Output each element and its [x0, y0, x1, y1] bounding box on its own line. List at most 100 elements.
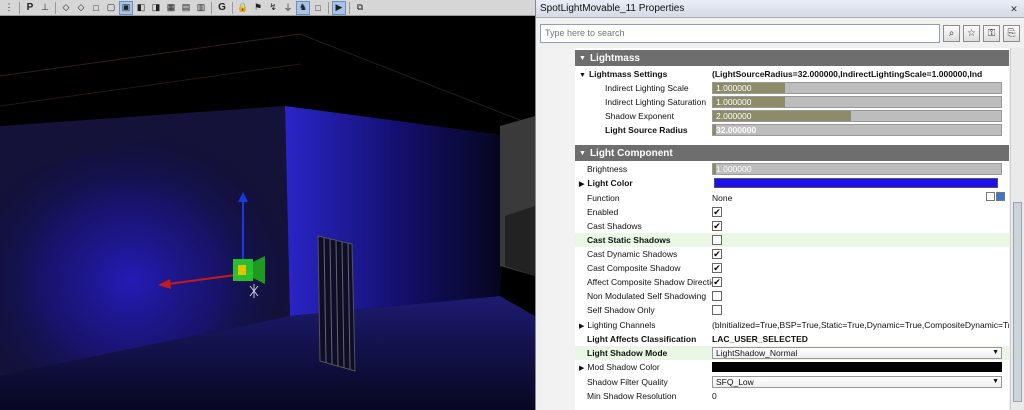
category-light-component[interactable]: ▼ Light Component [575, 145, 1009, 161]
light-shadow-mode-select[interactable]: LightShadow_Normal ▼ [712, 347, 1002, 359]
flag-icon[interactable]: ⚑ [251, 1, 265, 15]
enabled-checkbox[interactable]: ✔ [712, 207, 722, 217]
property-value[interactable]: LAC_USER_SELECTED [712, 333, 1009, 345]
property-row-light-shadow-mode[interactable]: Light Shadow Mode LightShadow_Normal ▼ [575, 346, 1009, 360]
camera-speed-icon[interactable]: ↯ [266, 1, 280, 15]
properties-panel: SpotLightMovable_11 Properties ✕ ⌕ ☆ ⚿ ⎘… [535, 0, 1024, 410]
property-value[interactable]: 1.000000 [712, 96, 1009, 108]
property-row-non-modulated-self-shadowing[interactable]: Non Modulated Self Shadowing [575, 289, 1009, 303]
property-row-self-shadow-only[interactable]: Self Shadow Only [575, 303, 1009, 317]
actor-icon[interactable]: ♞ [296, 0, 310, 15]
cast-shadows-checkbox[interactable]: ✔ [712, 221, 722, 231]
property-row-shadow-exponent[interactable]: Shadow Exponent 2.000000 [575, 109, 1009, 123]
property-row-indirect-lighting-scale[interactable]: Indirect Lighting Scale 1.000000 [575, 81, 1009, 95]
wireframe-icon[interactable]: ◇ [59, 1, 73, 15]
shadow-filter-quality-select[interactable]: SFQ_Low ▼ [712, 376, 1002, 388]
clear-icon[interactable] [986, 192, 995, 201]
maximize-viewport-icon[interactable]: ⧉ [353, 1, 367, 15]
property-row-indirect-lighting-saturation[interactable]: Indirect Lighting Saturation 1.000000 [575, 95, 1009, 109]
property-value[interactable]: LightShadow_Normal ▼ [712, 347, 1009, 359]
shader-complexity-icon[interactable]: ▤ [179, 1, 193, 15]
value-slider[interactable]: 32.000000 [712, 124, 1002, 136]
value-slider[interactable]: 2.000000 [712, 110, 1002, 122]
property-row-light-color[interactable]: ▶ Light Color [575, 176, 1009, 190]
scrollbar-thumb[interactable] [1013, 202, 1022, 402]
property-row-light-source-radius[interactable]: Light Source Radius 32.000000 [575, 123, 1009, 137]
pivot-icon[interactable]: ⊥ [38, 1, 52, 15]
texture-density-icon[interactable]: ▦ [164, 1, 178, 15]
chevron-down-icon[interactable]: ▼ [992, 348, 999, 358]
property-value[interactable]: None [712, 192, 1009, 204]
viewport-square-icon[interactable]: □ [311, 1, 325, 15]
expand-icon[interactable]: ▶ [579, 181, 584, 188]
property-row-cast-dynamic-shadows[interactable]: Cast Dynamic Shadows ✔ [575, 247, 1009, 261]
property-value [712, 290, 1009, 302]
search-icon[interactable]: ⌕ [943, 24, 960, 42]
property-value[interactable]: (bInitialized=True,BSP=True,Static=True,… [712, 319, 1009, 331]
self-shadow-only-checkbox[interactable] [712, 305, 722, 315]
property-value[interactable]: SFQ_Low ▼ [712, 376, 1009, 388]
property-value[interactable]: 32.000000 [712, 124, 1009, 136]
property-value[interactable]: 1.000000 [712, 163, 1009, 175]
property-value[interactable] [712, 361, 1009, 373]
cast-dynamic-shadows-checkbox[interactable]: ✔ [712, 249, 722, 259]
non-modulated-self-shadowing-checkbox[interactable] [712, 291, 722, 301]
favorite-star-icon[interactable]: ☆ [963, 24, 980, 42]
expand-icon[interactable]: ▼ [579, 72, 586, 79]
brush-wireframe-icon[interactable]: ◇ [74, 1, 88, 15]
copy-icon[interactable]: ⎘ [1003, 24, 1020, 42]
affect-composite-shadow-direction-checkbox[interactable]: ✔ [712, 277, 722, 287]
lit-icon[interactable]: ▢ [104, 1, 118, 15]
chevron-down-icon[interactable]: ▼ [992, 377, 999, 387]
property-row-brightness[interactable]: Brightness 1.000000 [575, 162, 1009, 176]
joystick-icon[interactable]: ⏚ [281, 1, 295, 15]
property-row-min-shadow-resolution[interactable]: Min Shadow Resolution 0 [575, 389, 1009, 403]
value-slider[interactable]: 1.000000 [712, 96, 1002, 108]
property-row-light-affects-classification[interactable]: Light Affects Classification LAC_USER_SE… [575, 332, 1009, 346]
lighting-only-icon[interactable]: ◧ [134, 1, 148, 15]
cast-static-shadows-checkbox[interactable] [712, 235, 722, 245]
unlit-icon[interactable]: □ [89, 1, 103, 15]
property-row-cast-shadows[interactable]: Cast Shadows ✔ [575, 219, 1009, 233]
property-label: Cast Shadows [587, 221, 642, 231]
property-row-lightmass-settings[interactable]: ▼ Lightmass Settings (LightSourceRadius=3… [575, 67, 1009, 81]
property-row-lighting-channels[interactable]: ▶ Lighting Channels (bInitialized=True,BS… [575, 318, 1009, 332]
search-input[interactable] [540, 23, 940, 43]
property-value[interactable]: 1.000000 [712, 82, 1009, 94]
lock-icon[interactable]: 🔒 [236, 1, 250, 15]
lightmap-density-icon[interactable]: ▥ [194, 1, 208, 15]
dropdown-icon[interactable] [996, 192, 1005, 201]
detail-lighting-icon[interactable]: ▣ [119, 0, 133, 15]
light-complexity-icon[interactable]: ◨ [149, 1, 163, 15]
property-value[interactable]: (LightSourceRadius=32.000000,IndirectLig… [712, 68, 1009, 80]
property-value[interactable] [712, 177, 1009, 189]
property-row-cast-static-shadows[interactable]: Cast Static Shadows [575, 233, 1009, 247]
function-actions [986, 192, 1005, 201]
category-lightmass[interactable]: ▼ Lightmass [575, 50, 1009, 66]
perspective-button[interactable]: P [23, 1, 37, 15]
property-value: ✔ [712, 262, 1009, 274]
property-row-cast-composite-shadow[interactable]: Cast Composite Shadow ✔ [575, 261, 1009, 275]
property-label: Shadow Exponent [605, 111, 674, 121]
expand-icon[interactable]: ▶ [579, 323, 584, 330]
property-row-shadow-filter-quality[interactable]: Shadow Filter Quality SFQ_Low ▼ [575, 375, 1009, 389]
editor-viewport[interactable] [0, 16, 535, 410]
value-slider[interactable]: 1.000000 [712, 82, 1002, 94]
game-view-button[interactable]: G [215, 1, 229, 15]
vertical-scrollbar[interactable] [1010, 48, 1024, 410]
cast-composite-shadow-checkbox[interactable]: ✔ [712, 263, 722, 273]
color-swatch[interactable] [714, 178, 998, 188]
close-icon[interactable]: ✕ [1008, 3, 1020, 15]
property-value[interactable]: 0 [712, 390, 1009, 402]
property-row-enabled[interactable]: Enabled ✔ [575, 205, 1009, 219]
property-row-mod-shadow-color[interactable]: ▶ Mod Shadow Color [575, 360, 1009, 374]
value-slider[interactable]: 1.000000 [712, 163, 1002, 175]
lock-icon[interactable]: ⚿ [983, 24, 1000, 42]
color-swatch[interactable] [712, 362, 1002, 372]
property-value[interactable]: 2.000000 [712, 110, 1009, 122]
expand-icon[interactable]: ▶ [579, 365, 584, 372]
property-label: Non Modulated Self Shadowing [587, 291, 707, 301]
property-row-function[interactable]: Function None [575, 191, 1009, 205]
property-row-affect-composite-shadow-direction[interactable]: Affect Composite Shadow Direction ✔ [575, 275, 1009, 289]
play-icon[interactable]: ▶ [332, 0, 346, 15]
